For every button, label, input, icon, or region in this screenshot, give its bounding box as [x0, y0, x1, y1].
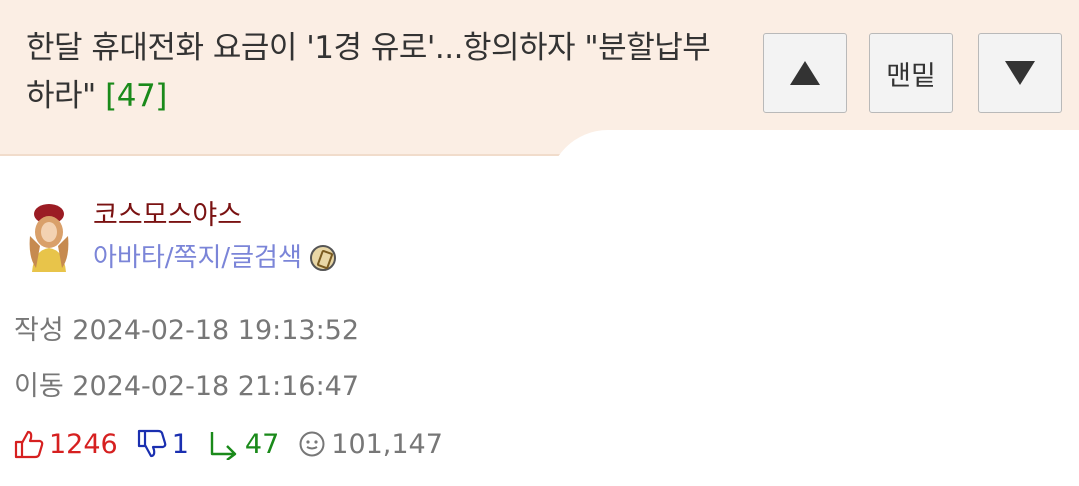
post-stats: 1246 1 47 101,147	[13, 426, 461, 462]
dislike-stat[interactable]: 1	[136, 428, 189, 460]
created-label: 작성	[14, 315, 64, 346]
link-separator: /	[164, 243, 174, 273]
thumbs-up-icon	[14, 430, 44, 459]
reply-arrow-icon	[210, 432, 237, 460]
thumbs-down-icon	[137, 429, 167, 458]
author-nickname[interactable]: 코스모스야스	[93, 198, 242, 234]
dislike-count: 1	[171, 428, 189, 460]
author-links: 아바타 / 쪽지 / 글검색	[93, 240, 336, 276]
search-posts-link[interactable]: 글검색	[230, 240, 302, 276]
moved-value: 2024-02-18 21:16:47	[72, 371, 360, 402]
like-count: 1246	[49, 428, 118, 460]
avatar[interactable]	[24, 202, 74, 272]
down-arrow-icon	[1005, 61, 1035, 85]
moved-date: 이동 2024-02-18 21:16:47	[14, 369, 359, 405]
views-stat: 101,147	[297, 429, 443, 460]
view-count: 101,147	[331, 428, 443, 460]
smiley-icon	[299, 431, 325, 457]
up-arrow-icon	[790, 61, 820, 85]
scroll-bottom-label: 맨밑	[886, 60, 936, 92]
message-link[interactable]: 쪽지	[174, 240, 222, 276]
created-value: 2024-02-18 19:13:52	[72, 315, 360, 346]
level-badge-icon	[309, 245, 336, 271]
like-stat[interactable]: 1246	[13, 428, 118, 460]
scroll-up-button[interactable]	[763, 33, 847, 113]
title-comment-count[interactable]: [47]	[105, 78, 167, 114]
moved-label: 이동	[14, 371, 64, 402]
scroll-down-button[interactable]	[978, 33, 1062, 113]
post-title: 한달 휴대전화 요금이 '1경 유로'...항의하자 "분할납부하라" [47]	[26, 24, 716, 120]
comment-count: 47	[244, 428, 280, 460]
avatar-link[interactable]: 아바타	[93, 240, 165, 276]
background-patch	[548, 130, 1079, 486]
comment-stat[interactable]: 47	[207, 428, 279, 460]
created-date: 작성 2024-02-18 19:13:52	[14, 313, 359, 349]
scroll-bottom-button[interactable]: 맨밑	[869, 33, 953, 113]
link-separator: /	[221, 243, 231, 273]
